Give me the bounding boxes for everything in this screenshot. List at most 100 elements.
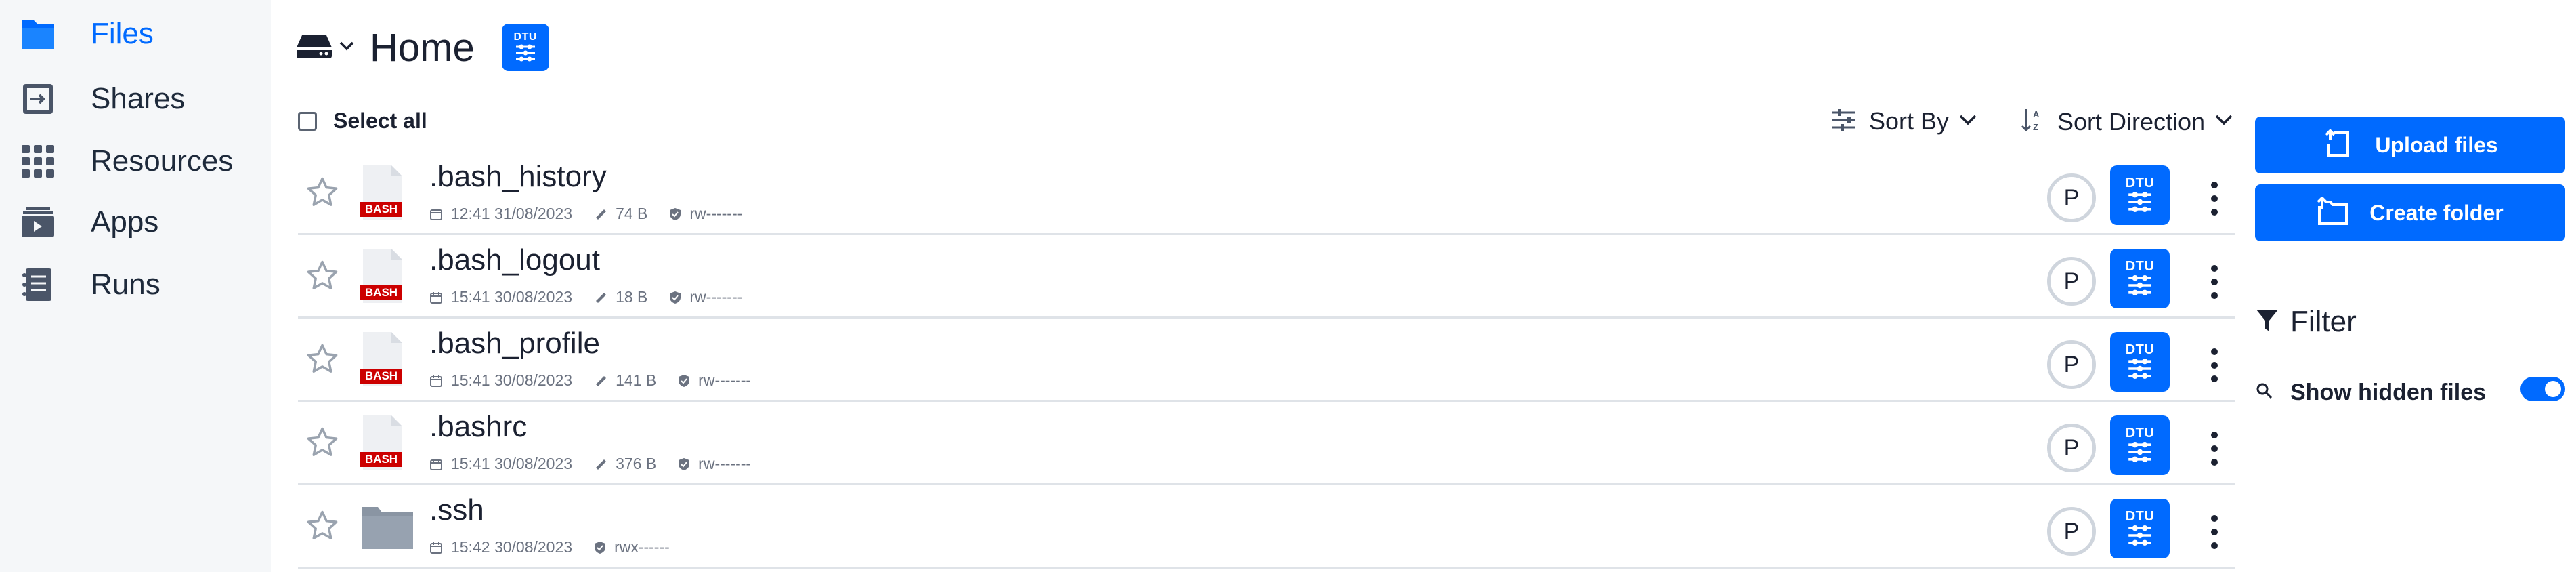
owner-initial: P — [2063, 184, 2080, 211]
sort-direction-button[interactable]: AZ Sort Direction — [2021, 107, 2233, 136]
folder-icon — [19, 15, 57, 53]
file-name[interactable]: .bash_logout — [429, 243, 600, 277]
shield-icon — [669, 207, 681, 221]
sidebar-item-apps[interactable]: Apps — [19, 195, 263, 249]
select-all[interactable]: Select all — [298, 108, 427, 134]
file-permissions: rw------- — [689, 288, 743, 306]
sort-by-button[interactable]: Sort By — [1831, 107, 1977, 136]
filter-header: Filter — [2255, 305, 2357, 339]
file-name[interactable]: .ssh — [429, 493, 484, 527]
file-row[interactable]: .ssh 15:42 30/08/2023 rwx------ P DTU — [298, 485, 2235, 569]
abacus-icon — [2128, 359, 2151, 379]
ruler-icon — [594, 291, 607, 304]
chevron-down-icon — [2214, 114, 2233, 129]
file-name[interactable]: .bash_history — [429, 160, 607, 194]
filter-title: Filter — [2290, 305, 2357, 338]
svg-text:A: A — [2033, 109, 2040, 119]
abacus-icon — [2128, 192, 2151, 212]
file-row[interactable]: BASH .bashrc 15:41 30/08/2023 376 B rw--… — [298, 402, 2235, 485]
favorite-star-icon[interactable] — [305, 342, 340, 377]
drive-selector[interactable] — [295, 33, 355, 63]
more-options-icon[interactable] — [2208, 265, 2221, 299]
create-folder-button[interactable]: Create folder — [2255, 184, 2565, 241]
avatar[interactable]: P — [2047, 507, 2096, 556]
sidebar-item-files[interactable]: Files — [19, 7, 263, 61]
bash-file-icon: BASH — [360, 247, 405, 304]
favorite-star-icon[interactable] — [305, 175, 340, 210]
ruler-icon — [594, 374, 607, 388]
more-options-icon[interactable] — [2208, 348, 2221, 382]
file-size: 376 B — [616, 455, 657, 472]
sidebar-item-shares[interactable]: Shares — [19, 72, 263, 126]
provider-badge: DTU — [501, 24, 549, 71]
provider-badge[interactable]: DTU — [2110, 332, 2170, 392]
file-name[interactable]: .bashrc — [429, 410, 527, 444]
modified-date: 15:41 30/08/2023 — [451, 371, 573, 389]
favorite-star-icon[interactable] — [305, 425, 340, 460]
share-icon — [19, 80, 57, 118]
modified-date: 12:41 31/08/2023 — [451, 205, 573, 222]
file-permissions: rwx------ — [614, 538, 670, 556]
file-permissions: rw------- — [698, 371, 752, 389]
file-row[interactable]: BASH .bash_profile 15:41 30/08/2023 141 … — [298, 319, 2235, 402]
more-options-icon[interactable] — [2208, 182, 2221, 216]
calendar-icon — [429, 291, 443, 304]
file-meta: 12:41 31/08/2023 74 B rw------- — [429, 205, 742, 223]
shield-icon — [678, 457, 690, 471]
provider-label: DTU — [2125, 176, 2155, 190]
modified-date: 15:42 30/08/2023 — [451, 538, 573, 556]
favorite-star-icon[interactable] — [305, 508, 340, 544]
drive-icon — [295, 33, 333, 63]
show-hidden-files-label: Show hidden files — [2290, 380, 2487, 405]
avatar[interactable]: P — [2047, 173, 2096, 222]
sidebar-item-runs[interactable]: Runs — [19, 258, 263, 312]
file-name[interactable]: .bash_profile — [429, 327, 600, 361]
sort-direction-label: Sort Direction — [2057, 107, 2206, 136]
provider-label: DTU — [2125, 509, 2155, 524]
provider-badge[interactable]: DTU — [2110, 249, 2170, 308]
upload-files-button[interactable]: Upload files — [2255, 117, 2565, 173]
show-hidden-files-row: Show hidden files — [2255, 377, 2565, 406]
more-options-icon[interactable] — [2208, 515, 2221, 549]
calendar-icon — [429, 207, 443, 221]
right-panel: Upload files Create folder Filter Show h… — [2255, 0, 2576, 572]
sidebar-item-resources[interactable]: Resources — [19, 134, 263, 188]
chevron-down-icon — [339, 41, 355, 55]
file-size: 74 B — [616, 205, 648, 222]
ruler-icon — [594, 207, 607, 221]
provider-label: DTU — [2125, 342, 2155, 357]
file-size: 141 B — [616, 371, 657, 389]
file-toolbar: Select all Sort By AZ Sort Direction — [298, 102, 2235, 142]
apps-icon — [19, 203, 57, 241]
avatar[interactable]: P — [2047, 340, 2096, 389]
owner-initial: P — [2063, 434, 2080, 461]
file-type-badge: BASH — [364, 203, 398, 216]
abacus-icon — [515, 44, 535, 62]
file-meta: 15:41 30/08/2023 18 B rw------- — [429, 288, 742, 306]
create-folder-icon — [2317, 195, 2349, 230]
provider-badge[interactable]: DTU — [2110, 165, 2170, 225]
page-title: Home — [370, 25, 475, 70]
file-type-badge: BASH — [364, 286, 398, 299]
file-row[interactable]: BASH .bash_history 12:41 31/08/2023 74 B… — [298, 152, 2235, 235]
show-hidden-files-toggle[interactable] — [2520, 377, 2565, 401]
provider-label: DTU — [513, 31, 537, 43]
file-size: 18 B — [616, 288, 648, 306]
shield-icon — [594, 541, 606, 554]
runs-icon — [19, 266, 57, 304]
provider-badge[interactable]: DTU — [2110, 499, 2170, 558]
file-row[interactable]: BASH .bash_logout 15:41 30/08/2023 18 B … — [298, 235, 2235, 319]
avatar[interactable]: P — [2047, 257, 2096, 306]
calendar-icon — [429, 374, 443, 388]
modified-date: 15:41 30/08/2023 — [451, 288, 573, 306]
breadcrumb: Home DTU — [295, 20, 549, 75]
avatar[interactable]: P — [2047, 424, 2096, 472]
provider-badge[interactable]: DTU — [2110, 415, 2170, 475]
modified-date: 15:41 30/08/2023 — [451, 455, 573, 472]
select-all-label: Select all — [333, 108, 427, 133]
more-options-icon[interactable] — [2208, 432, 2221, 466]
favorite-star-icon[interactable] — [305, 258, 340, 293]
abacus-icon — [2128, 442, 2151, 462]
bash-file-icon: BASH — [360, 331, 405, 388]
select-all-checkbox[interactable] — [298, 111, 317, 131]
